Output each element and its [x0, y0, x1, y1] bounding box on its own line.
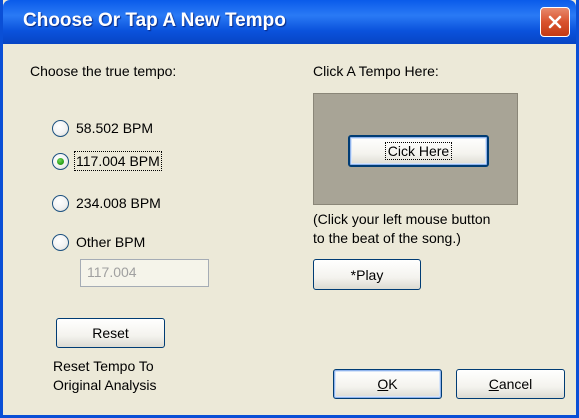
close-x-icon — [548, 15, 562, 29]
tap-tempo-button[interactable]: Cick Here — [348, 135, 489, 167]
close-button[interactable] — [540, 7, 570, 37]
radio-option-label: 234.008 BPM — [76, 195, 161, 211]
tap-area[interactable]: Cick Here — [313, 93, 518, 205]
tap-hint-line2: to the beat of the song.) — [313, 230, 461, 246]
radio-option-other[interactable]: Other BPM — [52, 231, 146, 253]
radio-option-label: Other BPM — [76, 234, 146, 250]
tap-tempo-heading: Click A Tempo Here: — [313, 63, 439, 79]
radio-button-selected[interactable] — [52, 152, 69, 170]
tap-hint-line1: (Click your left mouse button — [313, 211, 491, 227]
ok-label-rest: K — [388, 376, 398, 392]
radio-option-label: 58.502 BPM — [76, 120, 154, 136]
radio-option-234[interactable]: 234.008 BPM — [52, 192, 162, 214]
play-button[interactable]: *Play — [313, 259, 421, 290]
cancel-label-rest: ancel — [498, 376, 533, 392]
radio-option-58[interactable]: 58.502 BPM — [52, 117, 154, 139]
dialog-title: Choose Or Tap A New Tempo — [23, 10, 286, 31]
ok-button[interactable]: OK — [333, 369, 442, 399]
reset-caption-line1: Reset Tempo To — [53, 358, 154, 374]
radio-option-label: 117.004 BPM — [74, 151, 162, 171]
radio-button[interactable] — [52, 119, 69, 137]
ok-mnemonic: O — [377, 376, 389, 392]
radio-button[interactable] — [52, 233, 69, 251]
cancel-mnemonic: C — [488, 376, 499, 392]
choose-tempo-heading: Choose the true tempo: — [30, 63, 177, 79]
reset-caption-line2: Original Analysis — [53, 377, 157, 393]
cancel-button[interactable]: Cancel — [456, 369, 565, 399]
tap-tempo-button-label: Cick Here — [384, 142, 453, 160]
title-bar[interactable]: Choose Or Tap A New Tempo — [3, 0, 576, 44]
radio-option-117[interactable]: 117.004 BPM — [52, 150, 162, 172]
other-bpm-input[interactable]: 117.004 — [80, 259, 209, 287]
reset-button[interactable]: Reset — [56, 318, 165, 348]
radio-button[interactable] — [52, 194, 69, 212]
